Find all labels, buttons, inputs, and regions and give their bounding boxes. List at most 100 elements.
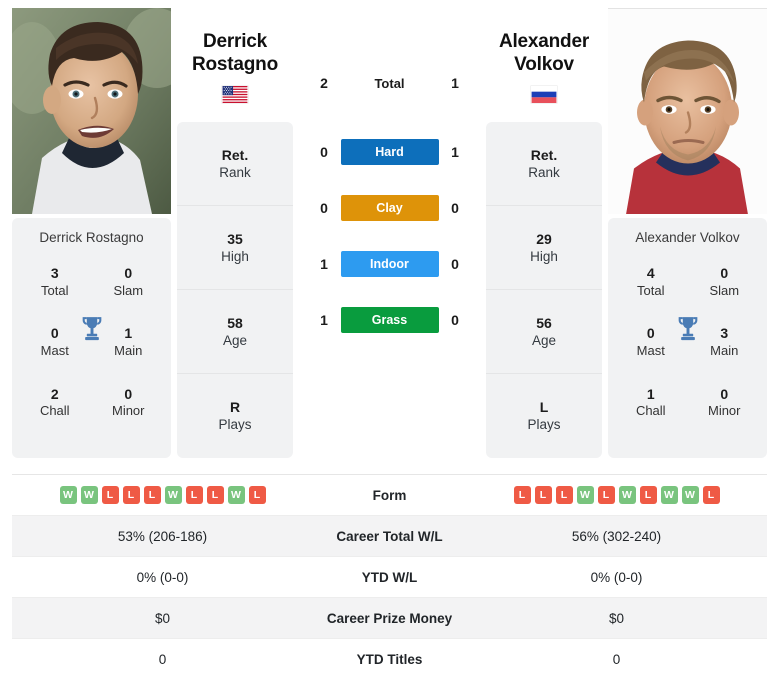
surface-total-label: Total xyxy=(374,75,405,91)
stat-label-form: Form xyxy=(372,487,407,503)
surface-grass-right-score: 0 xyxy=(451,312,459,328)
right-ytd-titles: 0 xyxy=(612,652,621,668)
left-player-photo-image xyxy=(12,8,171,214)
right-player-photo-image xyxy=(608,9,767,214)
trophy-icon xyxy=(678,317,697,341)
form-badge[interactable]: L xyxy=(248,486,266,505)
left-title-chall-label: Chall xyxy=(39,403,70,419)
right-form-cell: L L L W L W L W W L xyxy=(466,475,767,516)
form-badge[interactable]: L xyxy=(639,486,657,505)
surface-grass-left-score: 1 xyxy=(320,312,328,328)
right-title-total: 4 Total xyxy=(614,265,688,299)
surface-row-indoor[interactable]: 1 Indoor 0 xyxy=(305,236,475,292)
left-player-photo[interactable] xyxy=(12,8,171,214)
surface-row-grass[interactable]: 1 Grass 0 xyxy=(305,292,475,348)
form-badge[interactable]: W xyxy=(59,486,77,505)
form-badge[interactable]: L xyxy=(555,486,573,505)
us-flag-icon xyxy=(222,86,248,104)
surface-total-right-score: 1 xyxy=(451,75,459,91)
form-badge[interactable]: W xyxy=(681,486,699,505)
right-title-main-label: Main xyxy=(710,342,739,358)
head-to-head-comparison: Derrick Rostagno 3 Total 0 Slam 0 Mast 1… xyxy=(0,0,779,680)
surface-row-total: 2 Total 1 xyxy=(305,68,475,98)
form-badge[interactable]: W xyxy=(164,486,182,505)
left-player-first-name: Derrick xyxy=(202,31,268,52)
left-player-name-header[interactable]: Derrick Rostagno xyxy=(177,8,293,108)
surface-hard-left-score: 0 xyxy=(320,144,328,160)
surface-hard-bar[interactable]: Hard xyxy=(340,139,439,165)
right-title-slam-label: Slam xyxy=(709,282,740,298)
left-ytd-wl: 0% (0-0) xyxy=(136,569,189,585)
left-title-total: 3 Total xyxy=(18,265,92,299)
form-badge[interactable]: W xyxy=(618,486,636,505)
right-info-age: 56 Age xyxy=(486,290,602,375)
form-badge[interactable]: L xyxy=(702,486,720,505)
right-info-age-value: 56 xyxy=(536,314,552,331)
left-ytd-titles: 0 xyxy=(158,652,167,668)
surface-clay-bar[interactable]: Clay xyxy=(340,195,439,221)
left-info-age-label: Age xyxy=(222,332,248,348)
stat-label-career-prize-money: Career Prize Money xyxy=(326,610,453,626)
left-info-plays: R Plays xyxy=(177,374,293,458)
left-player-info-column: Ret. Rank 35 High 58 Age R Plays xyxy=(177,122,293,459)
stat-label-ytd-wl: YTD W/L xyxy=(361,569,418,585)
form-badge[interactable]: W xyxy=(227,486,245,505)
form-badge[interactable]: L xyxy=(143,486,161,505)
left-title-slam-label: Slam xyxy=(113,282,144,298)
table-row-career-total-wl: 53% (206-186) Career Total W/L 56% (302-… xyxy=(12,515,767,557)
top-comparison-section: Derrick Rostagno 3 Total 0 Slam 0 Mast 1… xyxy=(0,0,779,459)
form-badge[interactable]: L xyxy=(101,486,119,505)
left-title-slam-value: 0 xyxy=(124,265,133,281)
surface-grass-bar[interactable]: Grass xyxy=(340,307,439,333)
form-badge[interactable]: L xyxy=(122,486,140,505)
surface-row-clay[interactable]: 0 Clay 0 xyxy=(305,180,475,236)
left-info-high: 35 High xyxy=(177,206,293,291)
form-badge[interactable]: L xyxy=(513,486,531,505)
right-player-titles-panel: Alexander Volkov 4 Total 0 Slam 0 Mast 3… xyxy=(608,218,767,458)
right-player-card[interactable]: Alexander Volkov 4 Total 0 Slam 0 Mast 3… xyxy=(608,8,767,458)
left-form-cell: W W L L L W L L W L xyxy=(12,475,313,516)
form-badge[interactable]: W xyxy=(576,486,594,505)
right-info-plays: L Plays xyxy=(486,374,602,458)
stat-label-career-total-wl: Career Total W/L xyxy=(336,528,443,544)
surface-row-hard[interactable]: 0 Hard 1 xyxy=(305,124,475,180)
right-player-panel-name: Alexander Volkov xyxy=(635,230,740,245)
left-player-card[interactable]: Derrick Rostagno 3 Total 0 Slam 0 Mast 1… xyxy=(12,8,171,458)
left-title-mast-label: Mast xyxy=(40,342,69,358)
ru-flag-icon xyxy=(531,86,557,104)
left-info-high-label: High xyxy=(221,248,249,264)
right-titles-grid: 4 Total 0 Slam 0 Mast 3 Main 1 Chall 0 M… xyxy=(614,265,761,420)
form-badge[interactable]: L xyxy=(185,486,203,505)
form-badge[interactable]: L xyxy=(206,486,224,505)
surface-clay-left-score: 0 xyxy=(320,200,328,216)
surface-total-left-score: 2 xyxy=(320,75,328,91)
left-title-main-label: Main xyxy=(114,342,143,358)
surface-indoor-right-score: 0 xyxy=(451,256,459,272)
comparison-stats-table: W W L L L W L L W L Form L L L W L W L W… xyxy=(12,474,767,680)
left-info-high-value: 35 xyxy=(227,230,243,247)
form-badge[interactable]: L xyxy=(597,486,615,505)
right-player-last-name: Volkov xyxy=(514,54,574,76)
left-title-minor: 0 Minor xyxy=(92,386,166,420)
right-info-high: 29 High xyxy=(486,206,602,291)
left-title-total-label: Total xyxy=(41,282,69,298)
surface-indoor-bar[interactable]: Indoor xyxy=(340,251,439,277)
left-info-rank-value: Ret. xyxy=(221,146,249,163)
form-badge[interactable]: W xyxy=(660,486,678,505)
right-info-wrapper: Alexander Volkov Ret. Rank 29 High 56 Ag… xyxy=(486,8,602,459)
left-title-slam: 0 Slam xyxy=(92,265,166,299)
right-title-chall: 1 Chall xyxy=(614,386,688,420)
left-title-minor-label: Minor xyxy=(111,403,145,419)
right-info-rank: Ret. Rank xyxy=(486,122,602,207)
form-badge[interactable]: W xyxy=(80,486,98,505)
right-player-name-header[interactable]: Alexander Volkov xyxy=(486,8,602,108)
right-info-high-label: High xyxy=(530,248,558,264)
left-info-plays-label: Plays xyxy=(218,417,252,433)
right-player-photo[interactable] xyxy=(608,8,767,214)
left-info-age-value: 58 xyxy=(227,314,243,331)
right-info-plays-value: L xyxy=(539,399,549,416)
form-badge[interactable]: L xyxy=(534,486,552,505)
surface-score-column: 2 Total 1 0 Hard 1 0 Clay 0 1 Indoor 0 1 xyxy=(299,8,480,348)
surface-clay-right-score: 0 xyxy=(451,200,459,216)
right-trophy-icon-wrap xyxy=(675,315,700,342)
